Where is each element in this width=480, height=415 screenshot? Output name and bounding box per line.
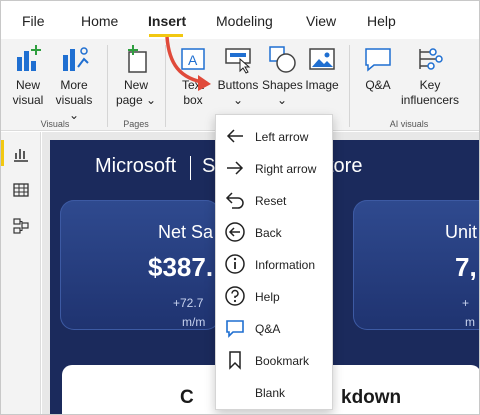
blank-icon <box>224 381 246 403</box>
group-label-pages: Pages <box>123 119 149 129</box>
tab-view[interactable]: View <box>306 13 336 29</box>
information-icon <box>225 254 245 274</box>
menu-item-label: Left arrow <box>255 130 309 144</box>
tab-home[interactable]: Home <box>81 13 118 29</box>
menu-item-label: Q&A <box>255 322 281 336</box>
menu-item-qa[interactable]: Q&A <box>216 311 334 343</box>
menu-item-label: Help <box>255 290 280 304</box>
tab-modeling[interactable]: Modeling <box>216 13 273 29</box>
qa-icon <box>365 48 391 72</box>
report-view-icon[interactable] <box>1 136 41 172</box>
new-page-label-1: New <box>123 78 148 92</box>
brand-separator <box>190 156 191 180</box>
new-visual-label-2: visual <box>12 93 44 107</box>
new-page-icon <box>128 45 147 73</box>
svg-text:A: A <box>188 52 198 68</box>
model-view-icon[interactable] <box>1 208 41 244</box>
data-view-icon[interactable] <box>1 172 41 208</box>
buttons-dropdown-menu: Left arrow Right arrow Reset Back Inform… <box>215 114 333 410</box>
tab-insert[interactable]: Insert <box>148 13 186 29</box>
text-box-icon: A <box>181 48 205 70</box>
shapes-button[interactable]: Shapes ⌄ <box>262 43 303 108</box>
kpi-subtitle: m <box>465 315 475 329</box>
qa-icon <box>226 320 244 338</box>
new-page-label-2: page ⌄ <box>114 93 158 108</box>
menu-item-label: Back <box>255 226 282 240</box>
menu-item-label: Bookmark <box>255 354 310 368</box>
menu-tab-bar: File Home Insert Modeling View Help <box>1 1 479 39</box>
menu-item-label: Reset <box>255 194 287 208</box>
menu-item-information[interactable]: Information <box>216 247 334 279</box>
kpi-title: Unit <box>445 222 478 242</box>
key-influencers-button[interactable]: Key influencers <box>399 43 461 108</box>
kpi-subtitle: m/m <box>182 315 206 329</box>
key-influencers-icon <box>419 48 443 70</box>
help-icon <box>225 286 245 306</box>
chevron-down-icon: ⌄ <box>232 93 244 107</box>
menu-item-reset[interactable]: Reset <box>216 183 334 215</box>
group-separator <box>107 45 108 127</box>
new-visual-button[interactable]: New visual <box>7 43 49 108</box>
buttons-icon <box>225 48 251 74</box>
menu-item-back[interactable]: Back <box>216 215 334 247</box>
new-page-label-2-text: page <box>115 93 143 107</box>
kpi-value: $387. <box>148 252 214 282</box>
kpi-delta: + <box>462 296 470 310</box>
breakdown-title-right: kdown <box>341 387 402 408</box>
app-window: File Home Insert Modeling View Help New … <box>0 0 480 415</box>
menu-item-blank[interactable]: Blank <box>216 375 334 407</box>
group-separator <box>165 45 166 127</box>
back-icon <box>225 222 245 242</box>
kpi-delta: +72.7 <box>173 296 204 310</box>
menu-item-label: Blank <box>255 386 286 400</box>
text-box-label-1: Text <box>181 78 204 92</box>
image-label: Image <box>305 78 339 92</box>
buttons-button[interactable]: Buttons ⌄ <box>215 43 261 108</box>
more-visuals-label-2-text: visuals <box>55 93 93 107</box>
menu-item-right-arrow[interactable]: Right arrow <box>216 151 334 183</box>
more-visuals-button[interactable]: More visuals ⌄ <box>49 43 99 123</box>
chevron-down-icon: ⌄ <box>142 93 157 107</box>
kpi-card-units[interactable]: Unit 7, + m <box>353 200 479 330</box>
text-box-label-2: box <box>183 93 203 107</box>
text-box-button[interactable]: A Text box <box>173 43 213 108</box>
bookmark-icon <box>229 351 241 370</box>
new-visual-label-1: New <box>15 78 40 92</box>
breakdown-title-left: C <box>180 387 194 408</box>
kpi-value: 7, <box>455 252 477 282</box>
menu-item-label: Information <box>255 258 316 272</box>
reset-icon <box>225 192 244 209</box>
group-label-visuals: Visuals <box>40 119 70 129</box>
active-tab-indicator <box>149 34 183 37</box>
key-influencers-label-1: Key <box>419 78 441 92</box>
more-visuals-label-1: More <box>60 78 88 92</box>
key-influencers-label-2: influencers <box>400 93 460 107</box>
qa-label: Q&A <box>365 78 391 92</box>
image-button[interactable]: Image <box>303 43 341 93</box>
image-icon <box>309 48 335 70</box>
new-page-button[interactable]: New page ⌄ <box>114 43 158 108</box>
kpi-title: Net Sa <box>158 222 214 242</box>
buttons-label: Buttons <box>217 78 259 92</box>
new-visual-icon <box>17 45 41 71</box>
kpi-card-net-sales[interactable]: Net Sa $387. +72.7 m/m <box>60 200 220 330</box>
menu-item-label: Right arrow <box>255 162 317 176</box>
tab-help[interactable]: Help <box>367 13 396 29</box>
left-arrow-icon <box>226 129 243 143</box>
report-brand-left: Microsoft <box>95 155 177 177</box>
shapes-icon <box>269 46 296 73</box>
menu-item-left-arrow[interactable]: Left arrow <box>216 119 334 151</box>
right-arrow-icon <box>227 161 244 175</box>
menu-item-bookmark[interactable]: Bookmark <box>216 343 334 375</box>
qa-button[interactable]: Q&A <box>359 43 397 93</box>
group-separator <box>349 45 350 127</box>
chevron-down-icon: ⌄ <box>276 93 288 107</box>
view-switcher-rail <box>1 132 41 414</box>
group-label-ai-visuals: AI visuals <box>389 119 429 129</box>
tab-file[interactable]: File <box>22 13 45 29</box>
menu-item-help[interactable]: Help <box>216 279 334 311</box>
report-brand-right-prefix: S <box>202 155 216 177</box>
shapes-label: Shapes <box>262 78 303 92</box>
more-visuals-icon <box>63 47 89 71</box>
